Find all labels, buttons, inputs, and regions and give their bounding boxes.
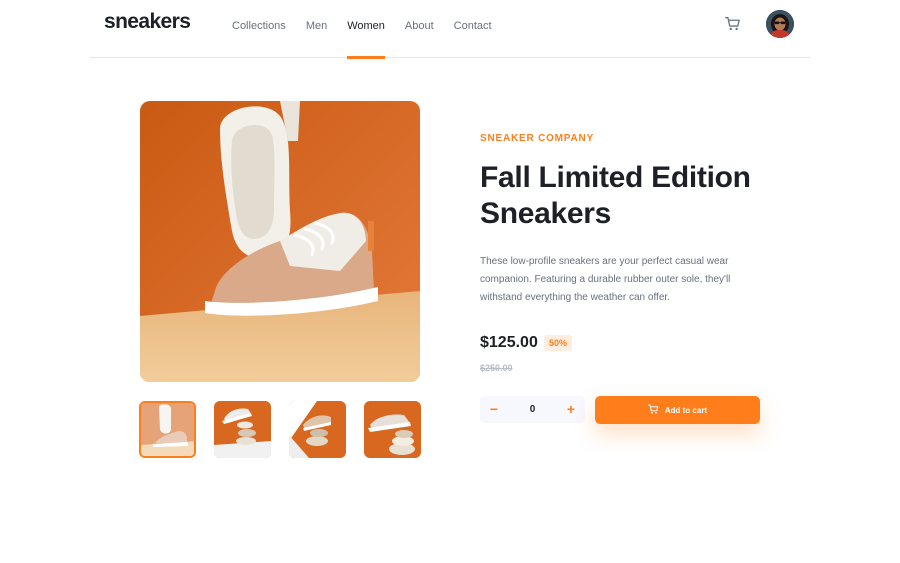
nav-contact[interactable]: Contact xyxy=(454,0,492,58)
thumbnail-4[interactable] xyxy=(364,401,421,458)
logo[interactable]: sneakers xyxy=(104,10,191,34)
quantity-value: 0 xyxy=(529,404,536,415)
nav-men[interactable]: Men xyxy=(306,0,327,58)
original-price: $250.00 xyxy=(480,363,513,373)
nav-about[interactable]: About xyxy=(405,0,434,58)
increment-button[interactable]: + xyxy=(557,396,585,423)
company-name: SNEAKER COMPANY xyxy=(480,133,595,144)
product-title: Fall Limited Edition Sneakers xyxy=(480,160,800,232)
thumbnail-1[interactable] xyxy=(139,401,196,458)
current-price: $125.00 xyxy=(480,334,538,351)
product-description: These low-profile sneakers are your perf… xyxy=(480,256,731,303)
cart-icon xyxy=(647,401,659,419)
thumbnail-2[interactable] xyxy=(214,401,271,458)
quantity-stepper: − 0 + xyxy=(480,396,585,423)
user-avatar[interactable] xyxy=(766,10,794,38)
nav-collections[interactable]: Collections xyxy=(232,0,286,58)
thumbnail-3[interactable] xyxy=(289,401,346,458)
discount-badge: 50% xyxy=(544,335,573,351)
main-nav: Collections Men Women About Contact xyxy=(232,0,492,59)
site-header: sneakers Collections Men Women About Con… xyxy=(90,0,810,59)
cart-icon[interactable] xyxy=(725,16,743,32)
decrement-button[interactable]: − xyxy=(480,396,508,423)
nav-women[interactable]: Women xyxy=(347,0,385,59)
product-title-line-2: Sneakers xyxy=(480,197,612,230)
add-to-cart-label: Add to cart xyxy=(664,405,708,415)
product-main-image[interactable] xyxy=(140,101,420,382)
thumbnail-strip xyxy=(139,401,421,458)
product-title-line-1: Fall Limited Edition xyxy=(480,161,751,194)
add-to-cart-button[interactable]: Add to cart xyxy=(595,396,760,424)
